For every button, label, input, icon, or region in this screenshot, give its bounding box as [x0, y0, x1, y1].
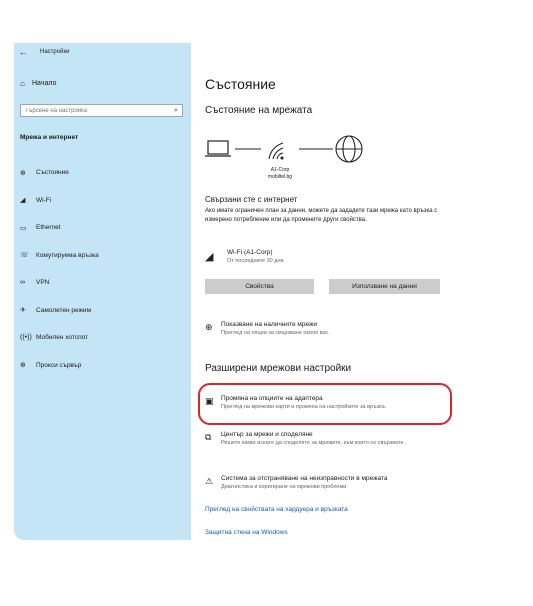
vpn-icon: ∞: [20, 279, 25, 287]
wifi-icon: ◢: [20, 197, 26, 205]
sidebar-item-dialup[interactable]: ☏ Комутируема връзка: [14, 242, 191, 270]
sidebar-item-vpn[interactable]: ∞ VPN: [14, 269, 191, 297]
page-title: Състояние: [205, 76, 276, 92]
advanced-section-title: Разширени мрежови настройки: [205, 363, 352, 374]
globe-network-icon: ⊕: [205, 322, 213, 332]
network-name: A1-Corp: [270, 167, 290, 173]
hotspot-icon: ((•)): [20, 334, 32, 342]
sidebar-item-label: Ethernet: [36, 224, 61, 232]
wifi-name: Wi-Fi (A1-Corp): [227, 249, 273, 256]
search-box[interactable]: ⌕: [20, 104, 183, 117]
settings-window: ← Настройки ⌂ Начало ⌕ Мрежа и интернет …: [14, 43, 520, 540]
sidebar-item-label: Wi-Fi: [36, 196, 52, 204]
connected-title: Свързани сте с интернет: [205, 195, 298, 204]
wifi-signal-icon: ◢: [205, 251, 214, 263]
show-networks-option[interactable]: ⊕ Показване на наличните мрежи Преглед н…: [205, 321, 431, 337]
sidebar: ← Настройки ⌂ Начало ⌕ Мрежа и интернет …: [14, 43, 191, 540]
main-panel: Състояние Състояние на мрежата A1-Corp m…: [191, 43, 520, 540]
sidebar-nav: ⊕ Състояние ◢ Wi-Fi ▭ Ethernet ☏ Комутир…: [14, 159, 191, 379]
home-label: Начало: [32, 80, 57, 87]
show-networks-title[interactable]: Показване на наличните мрежи: [221, 321, 431, 328]
data-usage-button[interactable]: Използване на данни: [329, 279, 440, 294]
troubleshooter-desc: Диагностика и коригиране на мрежови проб…: [221, 484, 348, 490]
wifi-network-icon: [268, 142, 284, 160]
window-title: Настройки: [40, 49, 70, 55]
adapter-options-desc: Преглед на мрежови карти и промяна на на…: [221, 404, 387, 410]
sidebar-item-label: Самолетен режим: [36, 306, 92, 314]
sharing-center-option[interactable]: ⧉ Център за мрежи и споделяне Решете как…: [205, 431, 431, 447]
globe-status-icon: ⊕: [20, 169, 26, 177]
phone-icon: ☏: [20, 252, 29, 260]
wifi-subtitle: От последните 30 дни: [227, 258, 284, 264]
section-title: Мрежа и интернет: [20, 134, 79, 141]
globe-icon: ⊕: [20, 362, 26, 370]
search-icon[interactable]: ⌕: [170, 107, 182, 115]
sidebar-item-label: Комутируема връзка: [36, 251, 99, 259]
sidebar-item-ethernet[interactable]: ▭ Ethernet: [14, 214, 191, 242]
adapter-options-title[interactable]: Промяна на опциите на адаптера: [221, 395, 461, 402]
troubleshooter-title[interactable]: Система за отстраняване на неизправности…: [221, 475, 431, 482]
airplane-icon: ✈: [20, 307, 26, 315]
laptop-icon: [205, 140, 231, 157]
network-status-title: Състояние на мрежата: [205, 105, 313, 116]
sidebar-item-label: Мобилен хотспот: [36, 334, 89, 342]
properties-button[interactable]: Свойства: [205, 279, 314, 294]
monitor-network-icon: ▣: [205, 396, 214, 406]
show-networks-desc: Преглед на опции за свързване около вас.: [221, 330, 330, 336]
sidebar-item-label: VPN: [36, 279, 50, 287]
hardware-properties-link[interactable]: Преглед на свойствата на хардуера и връз…: [205, 506, 348, 513]
network-host: mobiltel.bg: [267, 174, 293, 180]
sharing-center-desc: Решете какво искате да споделяте за мреж…: [221, 440, 406, 446]
sharing-center-icon: ⧉: [205, 432, 212, 442]
warning-icon: ⚠: [205, 476, 214, 486]
sidebar-item-label: Състояние: [36, 169, 69, 177]
back-arrow-icon[interactable]: ←: [14, 43, 32, 61]
connected-description: Ако имате ограничен план за данни, может…: [205, 208, 438, 223]
ethernet-icon: ▭: [20, 224, 27, 232]
sidebar-item-home[interactable]: ⌂ Начало: [20, 79, 56, 88]
wifi-connection: ◢ Wi-Fi (A1-Corp) От последните 30 дни: [205, 249, 284, 264]
sidebar-item-status[interactable]: ⊕ Състояние: [14, 159, 191, 187]
sidebar-item-wifi[interactable]: ◢ Wi-Fi: [14, 187, 191, 215]
network-label: A1-Corp mobiltel.bg: [205, 167, 355, 181]
sharing-center-title[interactable]: Център за мрежи и споделяне: [221, 431, 431, 438]
search-input[interactable]: [21, 106, 170, 115]
home-icon: ⌂: [20, 79, 25, 88]
sidebar-item-airplane[interactable]: ✈ Самолетен режим: [14, 297, 191, 325]
adapter-options[interactable]: ▣ Промяна на опциите на адаптера Преглед…: [205, 395, 461, 411]
troubleshooter-option[interactable]: ⚠ Система за отстраняване на неизправнос…: [205, 475, 431, 491]
internet-globe-icon: [335, 135, 363, 163]
sidebar-item-hotspot[interactable]: ((•)) Мобилен хотспот: [14, 324, 191, 352]
sidebar-item-label: Прокси сървър: [36, 361, 82, 369]
titlebar: ← Настройки: [14, 43, 191, 61]
sidebar-item-proxy[interactable]: ⊕ Прокси сървър: [14, 352, 191, 380]
firewall-link[interactable]: Защитна стена на Windows: [205, 529, 288, 536]
